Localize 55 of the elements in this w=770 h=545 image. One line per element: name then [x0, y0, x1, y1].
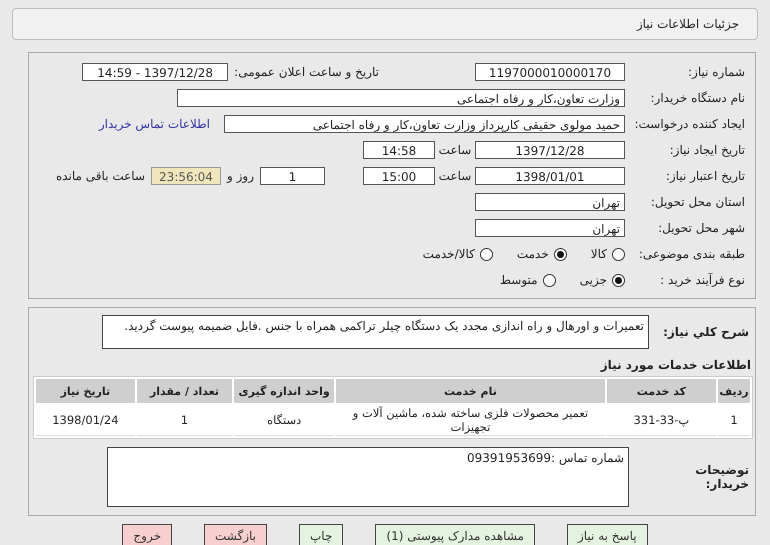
column-header: تعداد / مقدار	[136, 379, 232, 403]
buyer-notes-field: شماره تماس :09391953699	[107, 447, 629, 507]
action-button[interactable]: چاپ	[299, 524, 344, 545]
radio-option[interactable]: جزیی	[580, 273, 625, 287]
field-label: ساعت باقی مانده	[56, 169, 145, 183]
created-date-field: 1397/12/28	[475, 141, 625, 159]
action-button[interactable]: پاسخ به نیاز	[566, 524, 648, 545]
field-label: شرح کلي نياز:	[662, 325, 750, 339]
field-label: تاریخ ایجاد نیاز:	[668, 143, 746, 157]
remaining-time-field: 23:56:04	[151, 167, 221, 185]
description-field: تعمیرات و اورهال و راه اندازی مجدد یک دستگاه چیلر تراکمی همراه با جنس .فایل ضمیمه پیوست گردید.	[102, 315, 649, 349]
action-button[interactable]: مشاهده مدارک پیوستی (1)	[375, 524, 535, 545]
field-label: ایجاد کننده درخواست:	[633, 117, 746, 131]
column-header: تاریخ نیاز	[36, 379, 135, 403]
field-label: استان محل تحویل:	[650, 195, 746, 209]
buyer-contact-link[interactable]: اطلاعات تماس خریدار	[98, 117, 210, 131]
validity-time-field: 15:00	[363, 167, 435, 185]
table-cell: 1	[718, 405, 750, 436]
radio-option[interactable]: خدمت	[516, 247, 567, 261]
action-button[interactable]: بازگشت	[204, 524, 267, 545]
table-cell: تعمیر محصولات فلزی ساخته شده، ماشین آلات و تجهیزات	[336, 405, 605, 436]
field-label: ساعت	[438, 169, 472, 183]
requester-field: حمید مولوی حقیقی کارپرداز وزارت تعاون،کار و رفاه اجتماعی	[224, 115, 625, 133]
field-label: نوع فرآیند خرید :	[659, 273, 746, 287]
page-title: جزئیات اطلاعات نیاز	[636, 17, 739, 31]
table-cell: 1398/01/24	[36, 405, 135, 436]
table-cell: پ-33-331	[606, 405, 716, 436]
field-label: شماره نیاز:	[687, 65, 746, 79]
table-cell: 1	[136, 405, 232, 436]
province-field: تهران	[475, 193, 625, 211]
field-label: روز و	[227, 169, 254, 183]
field-label: تاریخ اعتبار نیاز:	[664, 169, 746, 183]
field-label: تاریخ و ساعت اعلان عمومی:	[234, 65, 379, 79]
column-header: واحد اندازه گیری	[234, 379, 334, 403]
field-label: نام دستگاه خریدار:	[650, 91, 746, 105]
radio-option[interactable]: کالا/خدمت	[422, 247, 493, 261]
column-header: ردیف	[718, 379, 750, 403]
validity-date-field: 1398/01/01	[475, 167, 625, 185]
column-header: کد خدمت	[606, 379, 716, 403]
action-button[interactable]: خروج	[122, 524, 172, 545]
announce-date-field: 1397/12/28 - 14:59	[82, 63, 228, 81]
field-label: توضیحات خریدار:	[694, 463, 750, 491]
field-label: ساعت	[438, 143, 472, 157]
radio-option[interactable]: کالا	[590, 247, 625, 261]
field-label: شهر محل تحویل:	[657, 221, 746, 235]
created-time-field: 14:58	[363, 141, 435, 159]
need-number-field: 1197000010000170	[475, 63, 625, 81]
days-field: 1	[260, 167, 325, 185]
field-label: طبقه بندی موضوعی:	[638, 247, 746, 261]
table-cell: دستگاه	[234, 405, 334, 436]
radio-option[interactable]: متوسط	[500, 273, 556, 287]
buyer-org-field: وزارت تعاون،کار و رفاه اجتماعی	[177, 89, 625, 107]
section-title: اطلاعات خدمات مورد نیاز	[599, 357, 752, 374]
column-header: نام خدمت	[336, 379, 605, 403]
city-field: تهران	[475, 219, 625, 237]
